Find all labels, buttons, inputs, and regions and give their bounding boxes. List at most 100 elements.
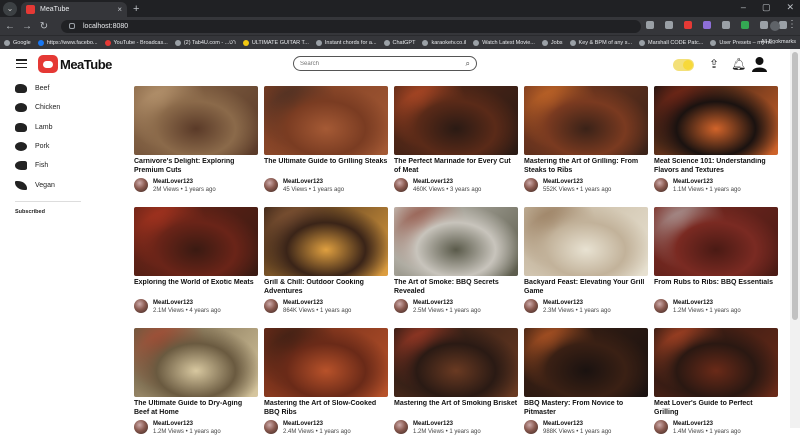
video-thumbnail[interactable] bbox=[264, 207, 388, 276]
video-title[interactable]: The Art of Smoke: BBQ Secrets Revealed bbox=[394, 279, 518, 297]
video-thumbnail[interactable] bbox=[654, 207, 778, 276]
video-title[interactable]: The Perfect Marinade for Every Cut of Me… bbox=[394, 158, 518, 176]
video-card[interactable]: Mastering the Art of Slow-Cooked BBQ Rib… bbox=[264, 328, 388, 446]
video-thumbnail[interactable] bbox=[524, 328, 648, 397]
video-thumbnail[interactable] bbox=[134, 328, 258, 397]
video-thumbnail[interactable] bbox=[654, 328, 778, 397]
extension-pen-icon[interactable] bbox=[703, 21, 711, 29]
channel-avatar[interactable] bbox=[264, 178, 278, 192]
channel-avatar[interactable] bbox=[134, 299, 148, 313]
video-card[interactable]: The Ultimate Guide to Grilling Steaks Me… bbox=[264, 86, 388, 204]
channel-name[interactable]: MeatLover123 bbox=[283, 299, 351, 307]
bookmark-item[interactable]: Google bbox=[4, 39, 31, 46]
channel-avatar[interactable] bbox=[654, 178, 668, 192]
channel-avatar[interactable] bbox=[134, 420, 148, 434]
video-card[interactable]: The Art of Smoke: BBQ Secrets Revealed M… bbox=[394, 207, 518, 325]
forward-icon[interactable]: → bbox=[20, 21, 34, 32]
extensions-puzzle-icon[interactable] bbox=[760, 21, 768, 29]
video-card[interactable]: Carnivore's Delight: Exploring Premium C… bbox=[134, 86, 258, 204]
video-title[interactable]: Mastering the Art of Grilling: From Stea… bbox=[524, 158, 648, 176]
video-title[interactable]: BBQ Mastery: From Novice to Pitmaster bbox=[524, 400, 648, 418]
sidebar-item-fish[interactable]: Fish bbox=[0, 156, 96, 175]
sidebar-item-vegan[interactable]: Vegan bbox=[0, 175, 96, 194]
maximize-icon[interactable]: ▢ bbox=[762, 2, 771, 13]
channel-avatar[interactable] bbox=[394, 299, 408, 313]
video-title[interactable]: The Ultimate Guide to Dry-Aging Beef at … bbox=[134, 400, 258, 418]
bookmark-item[interactable]: karaoketv.co.il bbox=[422, 39, 466, 46]
sidebar-item-chicken[interactable]: Chicken bbox=[0, 98, 96, 117]
profile-avatar[interactable] bbox=[770, 21, 780, 31]
video-thumbnail[interactable] bbox=[134, 207, 258, 276]
menu-icon[interactable] bbox=[16, 59, 27, 68]
video-card[interactable]: Mastering the Art of Grilling: From Stea… bbox=[524, 86, 648, 204]
extension-red-icon[interactable] bbox=[684, 21, 692, 29]
video-thumbnail[interactable] bbox=[394, 86, 518, 155]
theme-toggle[interactable] bbox=[673, 59, 694, 71]
all-bookmarks-folder[interactable]: All Bookmarks bbox=[761, 39, 796, 45]
channel-name[interactable]: MeatLover123 bbox=[283, 420, 351, 428]
video-card[interactable]: BBQ Mastery: From Novice to Pitmaster Me… bbox=[524, 328, 648, 446]
meatube-logo[interactable]: MeaTube bbox=[38, 55, 112, 73]
new-tab-button[interactable]: + bbox=[133, 3, 139, 15]
extension-gray-icon[interactable] bbox=[722, 21, 730, 29]
video-card[interactable]: Exploring the World of Exotic Meats Meat… bbox=[134, 207, 258, 325]
bookmark-item[interactable]: Marshall CODE Patc... bbox=[639, 39, 703, 46]
video-thumbnail[interactable] bbox=[394, 328, 518, 397]
bell-icon[interactable]: 🔔︎ bbox=[731, 57, 746, 71]
channel-avatar[interactable] bbox=[524, 420, 538, 434]
video-title[interactable]: Meat Lover's Guide to Perfect Grilling bbox=[654, 400, 778, 418]
sidebar-item-pork[interactable]: Pork bbox=[0, 137, 96, 156]
channel-avatar[interactable] bbox=[394, 420, 408, 434]
channel-name[interactable]: MeatLover123 bbox=[673, 420, 741, 428]
channel-name[interactable]: MeatLover123 bbox=[283, 178, 344, 186]
channel-name[interactable]: MeatLover123 bbox=[153, 420, 221, 428]
channel-name[interactable]: MeatLover123 bbox=[413, 178, 481, 186]
bookmark-item[interactable]: ChatGPT bbox=[383, 39, 415, 46]
video-card[interactable]: From Rubs to Ribs: BBQ Essentials MeatLo… bbox=[654, 207, 778, 325]
tab-search-button[interactable]: ⌄ bbox=[3, 1, 17, 16]
browser-tab[interactable]: MeaTube × bbox=[21, 2, 127, 17]
channel-name[interactable]: MeatLover123 bbox=[673, 299, 741, 307]
video-card[interactable]: The Perfect Marinade for Every Cut of Me… bbox=[394, 86, 518, 204]
channel-avatar[interactable] bbox=[264, 299, 278, 313]
upload-icon[interactable]: ⇪ bbox=[709, 57, 719, 71]
video-card[interactable]: Backyard Feast: Elevating Your Grill Gam… bbox=[524, 207, 648, 325]
video-thumbnail[interactable] bbox=[654, 86, 778, 155]
page-scrollbar-thumb[interactable] bbox=[792, 52, 798, 320]
video-thumbnail[interactable] bbox=[264, 86, 388, 155]
bookmark-item[interactable]: Watch Latest Movie... bbox=[473, 39, 535, 46]
close-window-icon[interactable]: ✕ bbox=[786, 2, 794, 13]
channel-avatar[interactable] bbox=[524, 299, 538, 313]
bookmark-star-icon[interactable] bbox=[665, 21, 673, 29]
extension-green-icon[interactable] bbox=[741, 21, 749, 29]
channel-avatar[interactable] bbox=[264, 420, 278, 434]
channel-name[interactable]: MeatLover123 bbox=[543, 299, 611, 307]
tab-close-icon[interactable]: × bbox=[117, 5, 122, 14]
reload-icon[interactable]: ↻ bbox=[37, 21, 51, 32]
search-input[interactable] bbox=[300, 60, 466, 67]
cast-icon[interactable] bbox=[646, 21, 654, 29]
video-title[interactable]: The Ultimate Guide to Grilling Steaks bbox=[264, 158, 388, 176]
channel-name[interactable]: MeatLover123 bbox=[543, 420, 611, 428]
sidebar-item-beef[interactable]: Beef bbox=[0, 79, 96, 98]
browser-menu-icon[interactable]: ⋮ bbox=[787, 19, 797, 30]
back-icon[interactable]: ← bbox=[3, 21, 17, 32]
channel-name[interactable]: MeatLover123 bbox=[543, 178, 611, 186]
bookmark-item[interactable]: ULTIMATE GUITAR T... bbox=[242, 39, 309, 46]
video-thumbnail[interactable] bbox=[264, 328, 388, 397]
video-card[interactable]: The Ultimate Guide to Dry-Aging Beef at … bbox=[134, 328, 258, 446]
video-card[interactable]: Grill & Chill: Outdoor Cooking Adventure… bbox=[264, 207, 388, 325]
bookmark-item[interactable]: Instant chords for a... bbox=[315, 39, 377, 46]
bookmark-item[interactable]: (2) Tab4U.com - ...רט bbox=[174, 39, 236, 46]
video-title[interactable]: Backyard Feast: Elevating Your Grill Gam… bbox=[524, 279, 648, 297]
address-bar[interactable]: localhost:8080 bbox=[61, 19, 641, 33]
bookmark-item[interactable]: Jobs bbox=[541, 39, 563, 46]
channel-avatar[interactable] bbox=[524, 178, 538, 192]
channel-name[interactable]: MeatLover123 bbox=[413, 420, 481, 428]
video-card[interactable]: Meat Science 101: Understanding Flavors … bbox=[654, 86, 778, 204]
video-thumbnail[interactable] bbox=[524, 207, 648, 276]
account-icon[interactable] bbox=[752, 56, 767, 72]
video-title[interactable]: Exploring the World of Exotic Meats bbox=[134, 279, 258, 297]
video-title[interactable]: Mastering the Art of Slow-Cooked BBQ Rib… bbox=[264, 400, 388, 418]
video-card[interactable]: Meat Lover's Guide to Perfect Grilling M… bbox=[654, 328, 778, 446]
